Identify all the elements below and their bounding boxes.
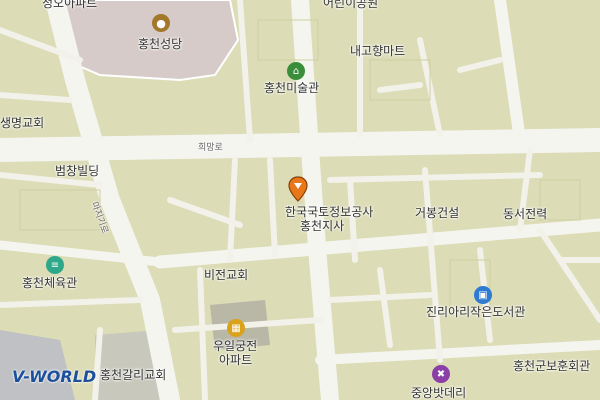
label-heomang-road: 희망로 — [198, 143, 223, 153]
label-target-line2[interactable]: 홍천지사 — [300, 219, 344, 233]
label-uil-line2[interactable]: 아파트 — [219, 353, 252, 367]
label-gym[interactable]: 홍천체육관 — [22, 276, 77, 290]
label-top-apartment[interactable]: 청오아파트 — [42, 0, 97, 10]
label-top-park[interactable]: 어린이공원 — [323, 0, 378, 10]
label-church-left[interactable]: 생명교회 — [0, 116, 44, 130]
tools-icon[interactable]: ✖ — [432, 365, 450, 383]
label-naego-mart[interactable]: 내고향마트 — [350, 44, 405, 58]
label-cathedral[interactable]: 홍천성당 — [138, 37, 182, 51]
label-beomchang[interactable]: 범창빌딩 — [55, 164, 99, 178]
label-gangri-church[interactable]: 홍천갈리교회 — [100, 368, 166, 382]
label-library[interactable]: 진리아리작은도서관 — [426, 305, 525, 319]
vworld-logo: V-WORLD — [12, 367, 97, 386]
label-art-museum[interactable]: 홍천미술관 — [264, 81, 319, 95]
label-geobong[interactable]: 거봉건설 — [415, 206, 459, 220]
label-hanbat[interactable]: 중앙밧데리 — [411, 386, 466, 400]
building-icon[interactable]: ▦ — [227, 319, 245, 337]
label-vision-church[interactable]: 비전교회 — [204, 268, 248, 282]
label-uil-line1[interactable]: 우일궁전 — [213, 339, 257, 353]
gym-icon[interactable]: ≡ — [46, 256, 64, 274]
person-icon[interactable]: ● — [152, 14, 170, 32]
museum-icon[interactable]: ⌂ — [287, 62, 305, 80]
map-view[interactable]: ● ⌂ ≡ ▣ ▦ ✖ 청오아파트 어린이공원 홍천성당 내고향마트 홍천미술관… — [0, 0, 600, 400]
location-pin-icon[interactable] — [288, 176, 308, 202]
label-target-line1[interactable]: 한국국토정보공사 — [285, 205, 373, 219]
label-dongseo[interactable]: 동서전력 — [503, 207, 547, 221]
label-army-hall[interactable]: 홍천군보훈회관 — [513, 359, 590, 373]
book-icon[interactable]: ▣ — [474, 286, 492, 304]
